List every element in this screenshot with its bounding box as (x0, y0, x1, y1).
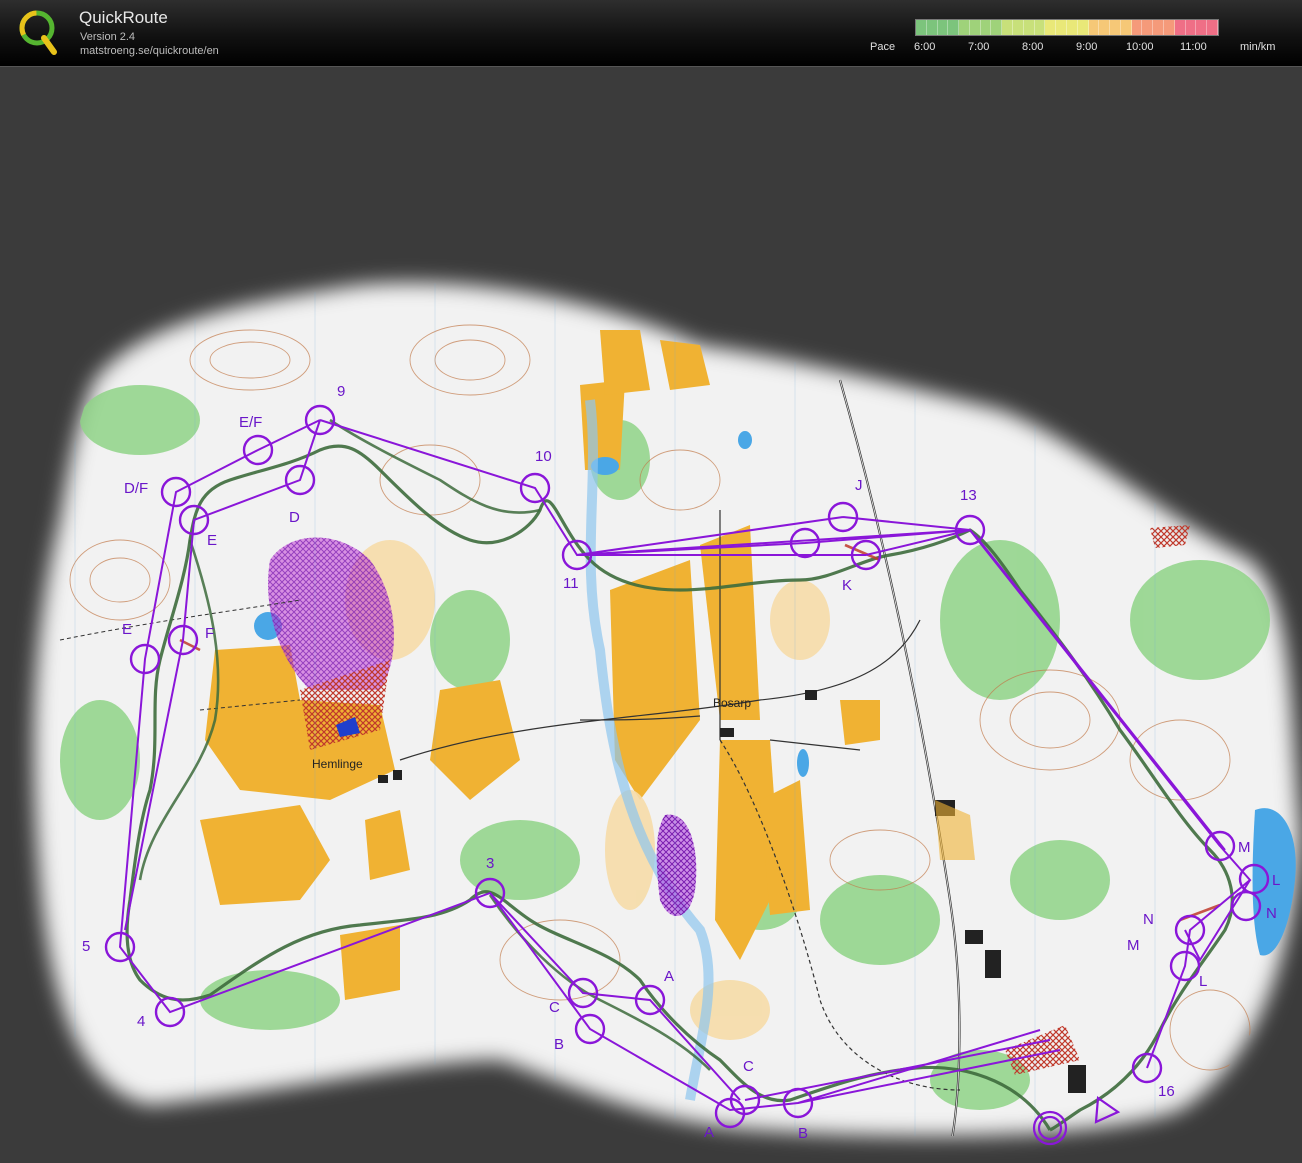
control-label: E (122, 621, 132, 638)
control-label: C (743, 1058, 754, 1075)
control-label: N (1143, 911, 1154, 928)
control-label: A (664, 968, 674, 985)
control-label: 16 (1158, 1083, 1175, 1100)
pace-scale-cell (1077, 20, 1089, 35)
control-label: E (207, 532, 217, 549)
control-label: E/F (239, 414, 262, 431)
pace-scale-cell (948, 20, 960, 35)
control-label: D (289, 509, 300, 526)
pace-scale-cell (1163, 20, 1175, 35)
control-label: N (1266, 905, 1277, 922)
orienteering-map[interactable]: Hemlinge Bosarp 9 10 11 13 3 4 5 16 D D/… (0, 66, 1302, 1163)
control-label: L (1199, 973, 1207, 990)
control-label: F (205, 625, 214, 642)
pace-scale-cell (916, 20, 927, 35)
pace-scale-cell (1056, 20, 1067, 35)
app-url[interactable]: matstroeng.se/quickroute/en (80, 45, 219, 57)
pace-scale-cell (1196, 20, 1208, 35)
pace-scale-cell (1099, 20, 1111, 35)
pace-scale-cell (1088, 20, 1100, 35)
place-name: Bosarp (713, 696, 751, 710)
quickroute-logo-icon (19, 10, 57, 55)
control-label: J (855, 477, 863, 494)
app-header: QuickRoute Version 2.4 matstroeng.se/qui… (0, 0, 1302, 67)
pace-tick: 7:00 (968, 41, 990, 53)
pace-scale-cell (980, 20, 992, 35)
pace-color-scale (915, 19, 1219, 36)
pace-unit: min/km (1240, 41, 1276, 53)
pace-scale-cell (1153, 20, 1164, 35)
pace-tick: 9:00 (1076, 41, 1098, 53)
control-label: B (798, 1125, 808, 1142)
control-label: 3 (486, 855, 494, 872)
control-label: B (554, 1036, 564, 1053)
pace-scale-cell (1185, 20, 1197, 35)
pace-scale-cell (1142, 20, 1154, 35)
app-version: Version 2.4 (80, 31, 136, 43)
control-label: D/F (124, 480, 148, 497)
pace-scale-cell (991, 20, 1003, 35)
pace-scale-cell (926, 20, 938, 35)
control-label: 10 (535, 448, 552, 465)
pace-scale-cell (1045, 20, 1057, 35)
pace-scale-cell (937, 20, 949, 35)
control-label: M (1238, 839, 1251, 856)
control-label: 11 (563, 575, 579, 592)
pace-scale-cell (959, 20, 970, 35)
pace-tick: 11:00 (1180, 41, 1207, 53)
control-label: 5 (82, 938, 90, 955)
pace-scale-cell (1207, 20, 1218, 35)
pace-scale-cell (969, 20, 981, 35)
pace-scale-cell (1120, 20, 1132, 35)
pace-tick: 8:00 (1022, 41, 1044, 53)
pace-scale-cell (1110, 20, 1121, 35)
app-title: QuickRoute (79, 8, 168, 27)
control-label: 9 (337, 383, 345, 400)
control-label: 13 (960, 487, 977, 504)
pace-scale-cell (1174, 20, 1186, 35)
control-label: 4 (137, 1013, 145, 1030)
pace-scale-cell (1034, 20, 1046, 35)
control-label: K (842, 577, 852, 594)
pace-scale-cell (1023, 20, 1035, 35)
place-name: Hemlinge (312, 757, 363, 771)
pace-label: Pace (870, 41, 896, 53)
control-label: C (549, 999, 560, 1016)
control-label: L (1272, 872, 1280, 889)
pace-scale-cell (1066, 20, 1078, 35)
pace-scale-cell (1131, 20, 1143, 35)
pace-scale-cell (1002, 20, 1014, 35)
control-label: M (1127, 937, 1140, 954)
pace-scale-cell (1013, 20, 1024, 35)
control-label: A (704, 1124, 714, 1141)
pace-tick: 10:00 (1126, 41, 1154, 53)
pace-tick: 6:00 (914, 41, 936, 53)
